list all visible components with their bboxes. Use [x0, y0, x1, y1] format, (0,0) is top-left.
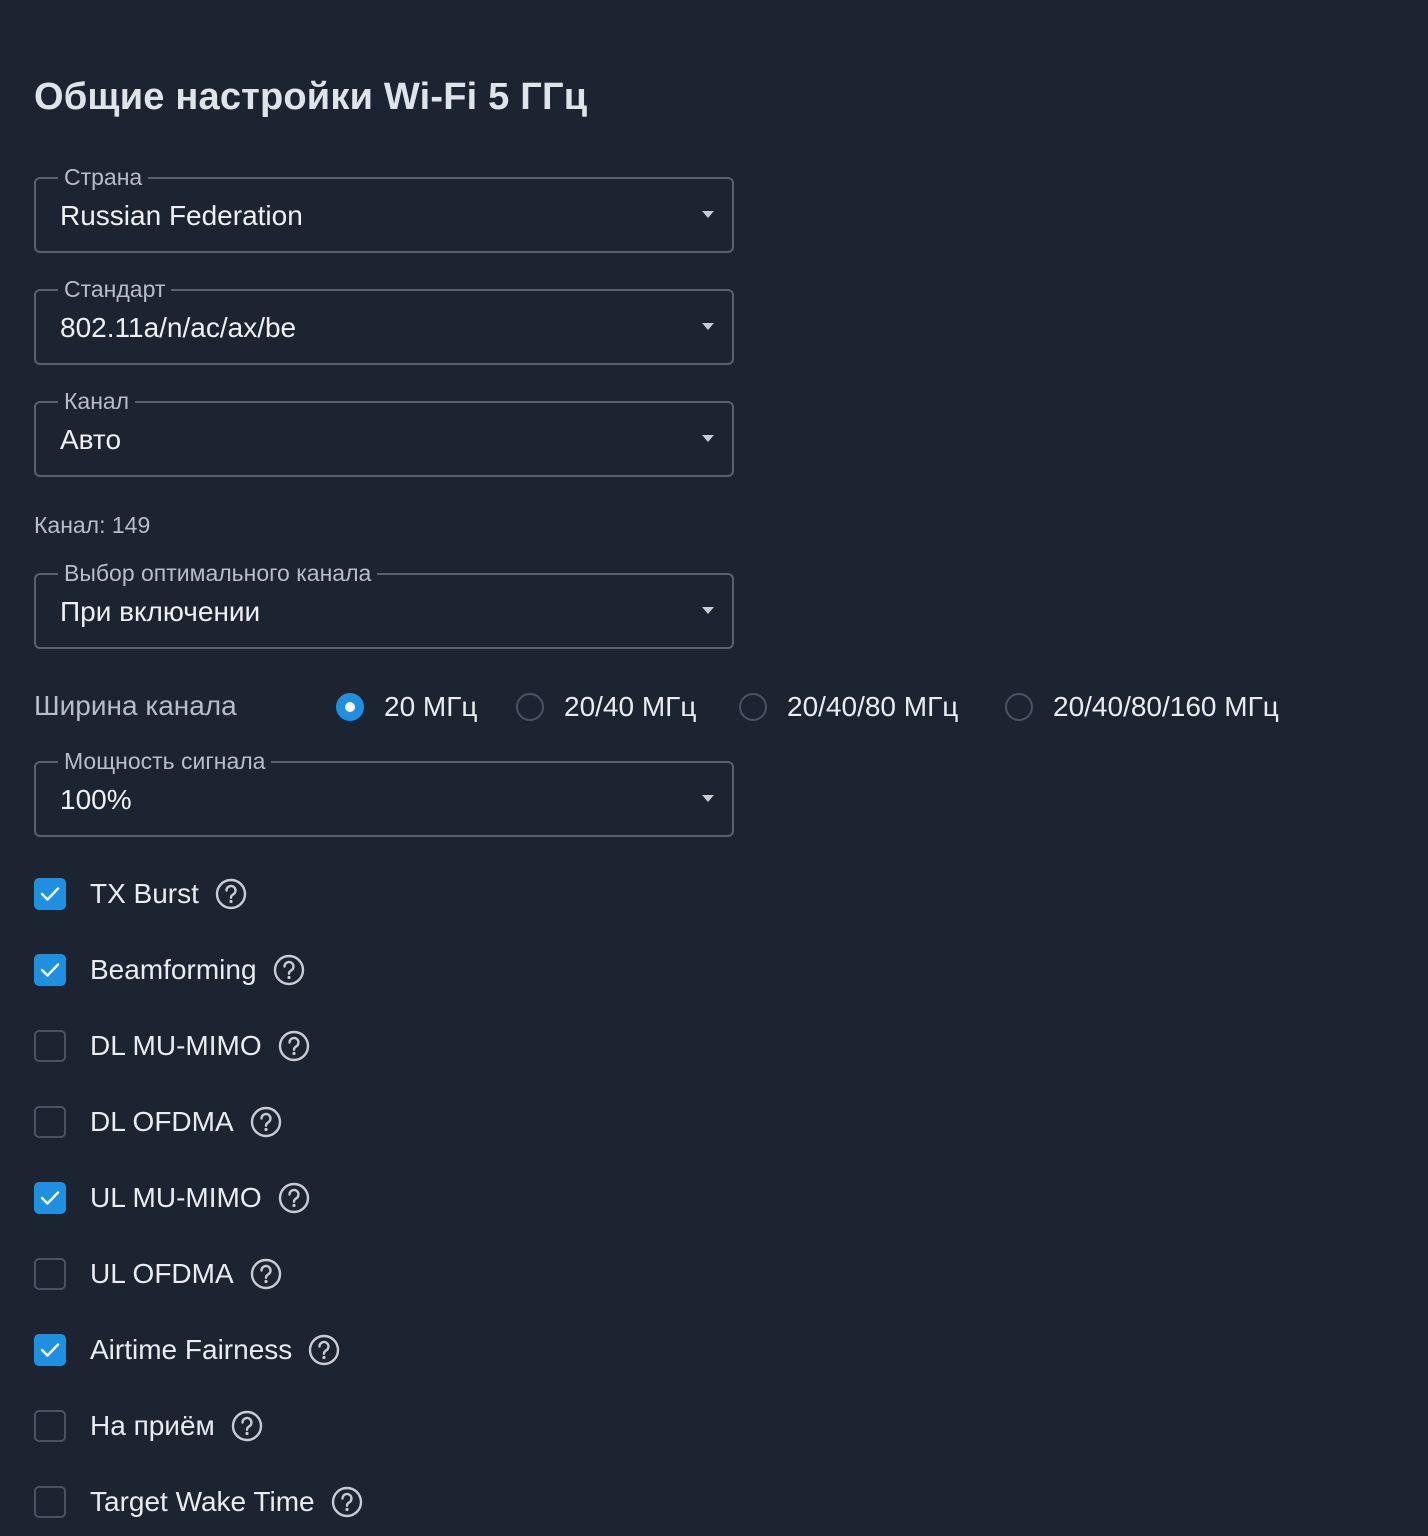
- help-icon[interactable]: [278, 1182, 310, 1214]
- radio-label: 20/40 МГц: [564, 691, 697, 722]
- checkbox-label: DL MU-MIMO: [90, 1030, 262, 1061]
- page-title: Общие настройки Wi-Fi 5 ГГц: [34, 76, 588, 118]
- checkbox-beamforming[interactable]: Beamforming: [34, 952, 305, 988]
- optimal-channel-select-value: При включении: [60, 596, 261, 627]
- checkbox-unchecked-icon[interactable]: [34, 1258, 66, 1290]
- channel-width-radio-20-40-80[interactable]: 20/40/80 МГц: [739, 690, 958, 724]
- channel-width-radio-20-40-80-160[interactable]: 20/40/80/160 МГц: [1005, 690, 1279, 724]
- signal-power-select-label: Мощность сигнала: [58, 748, 272, 774]
- dropdown-arrow-icon: [702, 323, 714, 330]
- wifi-5ghz-settings-page: Общие настройки Wi-Fi 5 ГГц Страна Russi…: [0, 0, 1428, 1536]
- channel-width-radio-20-40[interactable]: 20/40 МГц: [516, 690, 696, 724]
- checkbox-label: UL OFDMA: [90, 1258, 234, 1289]
- country-select[interactable]: Страна Russian Federation: [34, 164, 734, 253]
- signal-power-select-value: 100%: [60, 784, 132, 815]
- checkbox-label: Target Wake Time: [90, 1486, 315, 1517]
- checkbox-unchecked-icon[interactable]: [34, 1030, 66, 1062]
- checkbox-target-wake-time[interactable]: Target Wake Time: [34, 1484, 363, 1520]
- checkbox-ul-ofdma[interactable]: UL OFDMA: [34, 1256, 282, 1292]
- checkbox-checked-icon[interactable]: [34, 1182, 66, 1214]
- channel-select-label: Канал: [58, 388, 136, 414]
- standard-select-value: 802.11a/n/ac/ax/be: [60, 312, 297, 343]
- dropdown-arrow-icon: [702, 435, 714, 442]
- dropdown-arrow-icon: [702, 607, 714, 614]
- channel-width-label: Ширина канала: [34, 690, 237, 721]
- country-select-value: Russian Federation: [60, 200, 303, 231]
- checkbox-checked-icon[interactable]: [34, 954, 66, 986]
- help-icon[interactable]: [278, 1030, 310, 1062]
- checkbox-unchecked-icon[interactable]: [34, 1486, 66, 1518]
- checkbox-tx-burst[interactable]: TX Burst: [34, 876, 247, 912]
- help-icon[interactable]: [250, 1106, 282, 1138]
- dropdown-arrow-icon: [702, 795, 714, 802]
- checkbox-dl-mu-mimo[interactable]: DL MU-MIMO: [34, 1028, 310, 1064]
- optimal-channel-select[interactable]: Выбор оптимального канала При включении: [34, 560, 734, 649]
- checkbox-label: DL OFDMA: [90, 1106, 234, 1137]
- optimal-channel-select-label: Выбор оптимального канала: [58, 560, 378, 586]
- checkbox-label: На приём: [90, 1410, 215, 1441]
- help-icon[interactable]: [231, 1410, 263, 1442]
- checkbox-dl-ofdma[interactable]: DL OFDMA: [34, 1104, 282, 1140]
- checkbox-label: Beamforming: [90, 954, 257, 985]
- help-icon[interactable]: [308, 1334, 340, 1366]
- help-icon[interactable]: [215, 878, 247, 910]
- channel-width-radio-20[interactable]: 20 МГц: [336, 690, 477, 724]
- current-channel-hint: Канал: 149: [34, 512, 151, 538]
- radio-unselected-icon[interactable]: [516, 693, 544, 721]
- radio-unselected-icon[interactable]: [739, 693, 767, 721]
- help-icon[interactable]: [273, 954, 305, 986]
- signal-power-select[interactable]: Мощность сигнала 100%: [34, 748, 734, 837]
- dropdown-arrow-icon: [702, 211, 714, 218]
- channel-select[interactable]: Канал Авто: [34, 388, 734, 477]
- checkbox-label: UL MU-MIMO: [90, 1182, 262, 1213]
- checkbox-label: Airtime Fairness: [90, 1334, 293, 1365]
- help-icon[interactable]: [250, 1258, 282, 1290]
- radio-unselected-icon[interactable]: [1005, 693, 1033, 721]
- help-icon[interactable]: [331, 1486, 363, 1518]
- checkbox-airtime-fairness[interactable]: Airtime Fairness: [34, 1332, 340, 1368]
- checkbox-checked-icon[interactable]: [34, 878, 66, 910]
- country-select-label: Страна: [58, 164, 149, 190]
- standard-select-label: Стандарт: [58, 276, 172, 302]
- radio-label: 20 МГц: [384, 691, 478, 722]
- checkbox-checked-icon[interactable]: [34, 1334, 66, 1366]
- checkbox-receive[interactable]: На приём: [34, 1408, 263, 1444]
- checkbox-label: TX Burst: [90, 878, 199, 909]
- checkbox-unchecked-icon[interactable]: [34, 1410, 66, 1442]
- checkbox-ul-mu-mimo[interactable]: UL MU-MIMO: [34, 1180, 310, 1216]
- channel-select-value: Авто: [60, 424, 122, 455]
- checkbox-unchecked-icon[interactable]: [34, 1106, 66, 1138]
- radio-label: 20/40/80 МГц: [787, 691, 959, 722]
- standard-select[interactable]: Стандарт 802.11a/n/ac/ax/be: [34, 276, 734, 365]
- radio-label: 20/40/80/160 МГц: [1053, 691, 1279, 722]
- radio-selected-icon[interactable]: [336, 693, 364, 721]
